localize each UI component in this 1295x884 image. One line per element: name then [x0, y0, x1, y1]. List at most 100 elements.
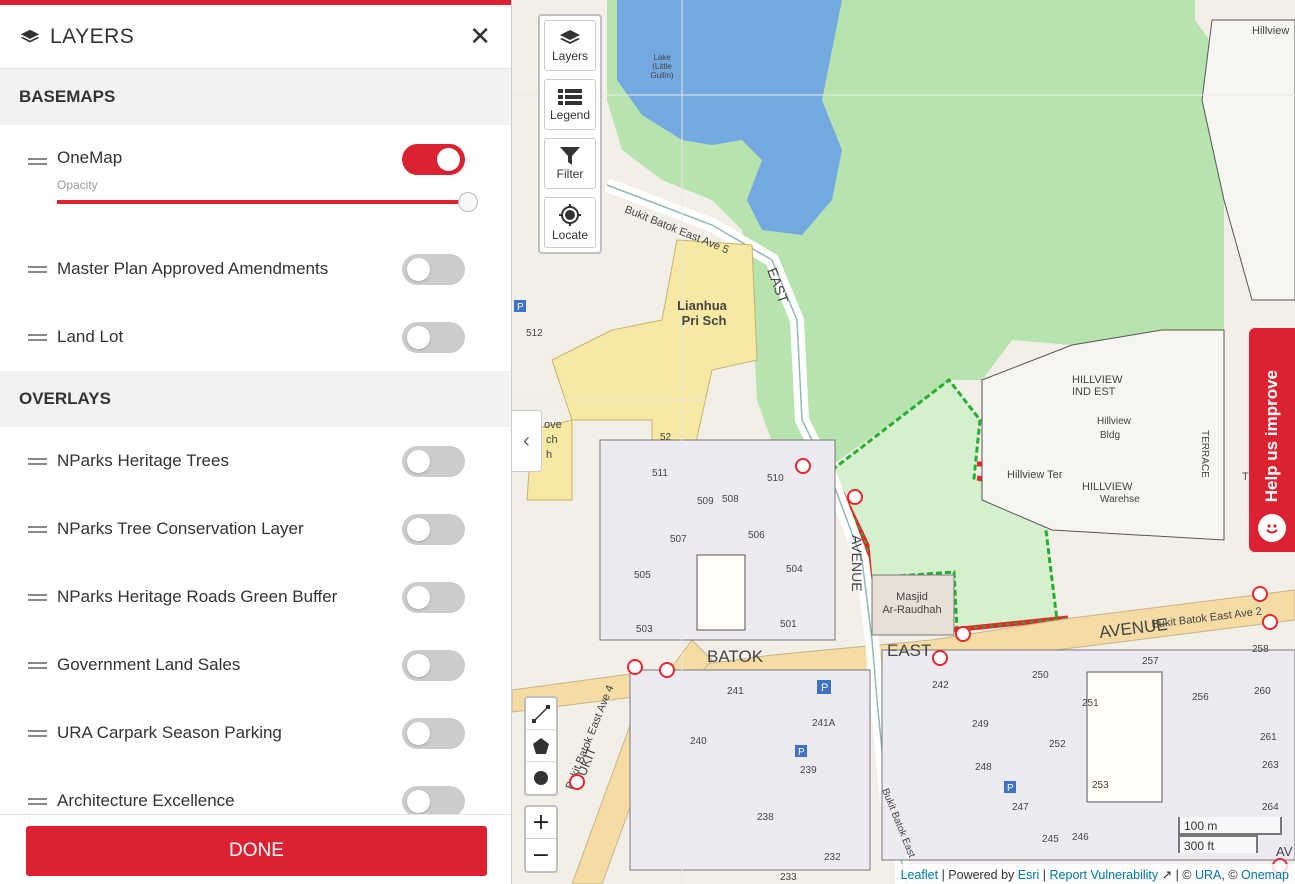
basemaps-heading: BASEMAPS	[0, 69, 511, 125]
drag-handle-icon[interactable]	[28, 729, 47, 737]
svg-text:Guilin): Guilin)	[650, 71, 673, 80]
layer-row: NParks Heritage Roads Green Buffer	[0, 563, 511, 631]
layers-panel: LAYERS ✕ BASEMAPS OneMap Master Plan App…	[0, 0, 512, 884]
layer-toggle[interactable]	[402, 321, 465, 353]
layer-toggle[interactable]	[402, 649, 465, 681]
drag-handle-icon[interactable]	[28, 525, 47, 533]
esri-link[interactable]: Esri	[1018, 868, 1040, 882]
svg-text:257: 257	[1142, 656, 1159, 667]
svg-text:(Little: (Little	[652, 62, 672, 71]
legend-button[interactable]: Legend	[544, 79, 596, 130]
svg-text:501: 501	[780, 619, 797, 630]
external-link-icon: ↗	[1161, 868, 1173, 882]
onemap-link[interactable]: Onemap	[1241, 868, 1289, 882]
drag-handle-icon[interactable]	[28, 797, 47, 805]
svg-text:Bldg: Bldg	[1100, 430, 1120, 441]
svg-text:261: 261	[1260, 732, 1277, 743]
svg-text:Hillview: Hillview	[1252, 25, 1289, 37]
svg-text:263: 263	[1262, 760, 1279, 771]
map-attribution: Leaflet | Powered by Esri | Report Vulne…	[894, 864, 1295, 884]
opacity-slider[interactable]	[57, 192, 478, 212]
svg-text:ove: ove	[544, 419, 562, 431]
polyline-icon	[532, 704, 550, 723]
scale-imperial: 300 ft	[1178, 835, 1258, 853]
filter-button[interactable]: Filter	[544, 138, 596, 189]
locate-icon	[559, 203, 581, 226]
ura-link[interactable]: URA	[1195, 868, 1221, 882]
svg-text:509: 509	[697, 496, 714, 507]
svg-text:505: 505	[634, 570, 651, 581]
svg-text:241A: 241A	[812, 718, 836, 729]
svg-text:512: 512	[526, 328, 543, 339]
layer-label: NParks Heritage Trees	[57, 451, 229, 470]
school-area	[551, 239, 758, 466]
svg-text:247: 247	[1012, 802, 1029, 813]
draw-polyline-button[interactable]	[526, 698, 556, 730]
opacity-label: Opacity	[57, 178, 98, 192]
layer-label: NParks Heritage Roads Green Buffer	[57, 587, 338, 606]
report-vulnerability-link[interactable]: Report Vulnerability	[1050, 868, 1159, 882]
layer-toggle[interactable]	[402, 785, 465, 814]
map-canvas[interactable]: Lake (Little Guilin) Lianhua Pri Sch Mas…	[512, 0, 1295, 884]
layer-row: Master Plan Approved Amendments	[0, 235, 511, 303]
layer-row: Architecture Excellence	[0, 767, 511, 814]
zoom-control: + −	[524, 805, 558, 873]
svg-text:249: 249	[972, 719, 989, 730]
label-batok: BATOK	[707, 647, 764, 666]
zoom-out-button[interactable]: −	[526, 839, 556, 871]
slider-thumb[interactable]	[458, 192, 478, 212]
layer-label: URA Carpark Season Parking	[57, 723, 282, 742]
svg-text:h: h	[546, 449, 552, 461]
svg-text:P: P	[798, 747, 805, 758]
chevron-left-icon: ‹	[523, 429, 530, 452]
svg-text:253: 253	[1092, 780, 1109, 791]
drag-handle-icon[interactable]	[28, 333, 47, 341]
svg-text:508: 508	[722, 494, 739, 505]
svg-text:507: 507	[670, 534, 687, 545]
scale-bar: 100 m 300 ft	[1178, 817, 1282, 853]
close-button[interactable]: ✕	[469, 22, 491, 52]
layer-toggle[interactable]	[402, 581, 465, 613]
svg-text:Ar-Raudhah: Ar-Raudhah	[882, 604, 941, 616]
drag-handle-icon[interactable]	[28, 661, 47, 669]
svg-text:252: 252	[1049, 739, 1066, 750]
layer-toggle[interactable]	[402, 445, 465, 477]
estate-block-200	[629, 669, 871, 871]
panel-title: LAYERS	[50, 24, 135, 48]
svg-text:HILLVIEW: HILLVIEW	[1082, 481, 1133, 493]
layer-toggle[interactable]	[402, 253, 465, 285]
svg-text:AVENUE: AVENUE	[849, 535, 865, 592]
collapse-panel-button[interactable]: ‹	[512, 410, 542, 472]
svg-text:260: 260	[1254, 686, 1271, 697]
drag-handle-icon[interactable]	[28, 457, 47, 465]
map-controls: Layers Legend Filter Locate	[538, 14, 602, 254]
drag-handle-icon[interactable]	[28, 593, 47, 601]
layer-label: NParks Tree Conservation Layer	[57, 519, 304, 538]
help-us-improve-tab[interactable]: Help us improve	[1249, 328, 1295, 552]
svg-text:504: 504	[786, 564, 803, 575]
drag-handle-icon[interactable]	[28, 265, 47, 273]
svg-text:233: 233	[780, 872, 797, 883]
locate-button[interactable]: Locate	[544, 197, 596, 248]
drag-handle-icon[interactable]	[28, 158, 47, 165]
layer-row: URA Carpark Season Parking	[0, 699, 511, 767]
svg-text:Pri Sch: Pri Sch	[682, 313, 727, 328]
draw-polygon-button[interactable]	[526, 730, 556, 762]
layer-toggle[interactable]	[402, 513, 465, 545]
svg-text:251: 251	[1082, 698, 1099, 709]
layers-button[interactable]: Layers	[544, 20, 596, 71]
done-button[interactable]: DONE	[26, 826, 487, 876]
zoom-in-button[interactable]: +	[526, 807, 556, 839]
layer-toggle[interactable]	[402, 717, 465, 749]
layer-row: Land Lot	[0, 303, 511, 371]
label-hillview-ter: Hillview Ter	[1007, 469, 1063, 481]
layer-row: NParks Tree Conservation Layer	[0, 495, 511, 563]
help-tab-label: Help us improve	[1262, 369, 1281, 502]
onemap-toggle[interactable]	[402, 144, 465, 175]
svg-text:506: 506	[748, 530, 765, 541]
leaflet-link[interactable]: Leaflet	[901, 868, 939, 882]
svg-text:238: 238	[757, 812, 774, 823]
smiley-icon	[1258, 514, 1286, 542]
filter-icon	[560, 146, 580, 165]
draw-circle-button[interactable]	[526, 762, 556, 794]
